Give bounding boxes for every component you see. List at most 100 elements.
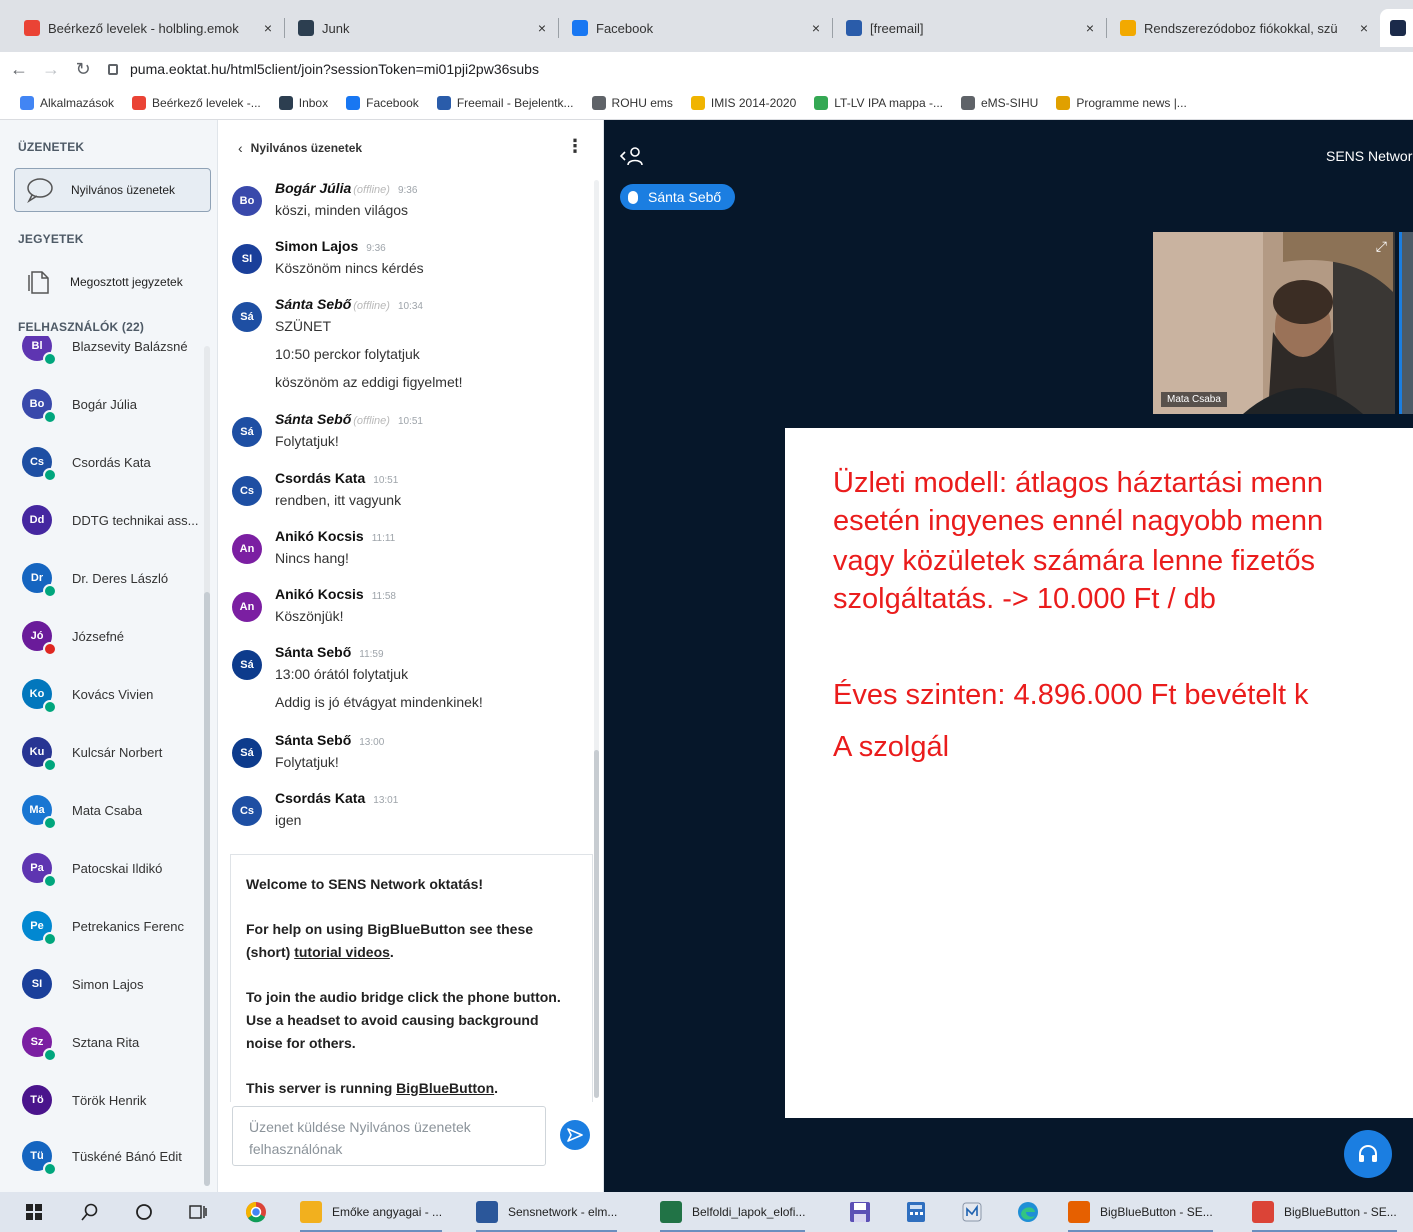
taskbar-app[interactable]: Sensnetwork - elm... [476,1198,618,1232]
bookmark-item[interactable]: Alkalmazások [20,95,114,110]
message-text: igen [275,812,302,828]
webcam-video[interactable]: Mata Csaba ⤢ [1153,232,1395,414]
save-floppy-icon[interactable] [848,1200,872,1224]
url-field[interactable]: puma.eoktat.hu/html5client/join?sessionT… [108,61,539,77]
edge-browser-icon[interactable] [1016,1200,1040,1224]
calculator-icon[interactable] [904,1200,928,1224]
close-tab-icon[interactable]: × [1360,20,1368,36]
user-list-item[interactable]: SI Simon Lajos [22,964,206,1004]
browser-tab[interactable]: Junk × [288,9,556,47]
user-list-item[interactable]: Bo Bogár Júlia [22,384,206,424]
bookmark-item[interactable]: Beérkező levelek -... [132,95,261,110]
gmail-icon [24,20,40,36]
bookmark-label: IMIS 2014-2020 [710,95,797,110]
message-text: Folytatjuk! [275,433,339,449]
browser-tab[interactable]: Rendszerezódoboz fiókokkal, szü × [1110,9,1378,47]
tab-separator [558,18,559,38]
users-list[interactable]: Bl Blazsevity Balázsné Bo Bogár Júlia Cs Csor… [0,336,217,1192]
userlist-scrollbar[interactable] [204,346,210,1186]
user-list-item[interactable]: Jó Józsefné [22,616,206,656]
user-list-item[interactable]: Pa Patocskai Ildikó [22,848,206,888]
bookmark-item[interactable]: ROHU ems [591,95,673,110]
user-list-item[interactable]: Ko Kovács Vivien [22,674,206,714]
user-list-item[interactable]: Dd DDTG technikai ass... [22,500,206,540]
bookmark-item[interactable]: Freemail - Bejelentk... [436,95,574,110]
chat-message-input[interactable]: Üzenet küldése Nyilvános üzenetek felhas… [232,1106,546,1166]
listen-only-icon [43,700,57,714]
send-message-button[interactable] [560,1120,590,1150]
browser-tab[interactable]: [freemail] × [836,9,1104,47]
second-webcam-edge[interactable] [1399,232,1413,414]
user-list-item[interactable]: Ma Mata Csaba [22,790,206,830]
bookmark-item[interactable]: eMS-SIHU [960,95,1038,110]
back-arrow-icon[interactable]: ← [6,56,32,82]
welcome-audio: To join the audio bridge click the phone… [246,989,561,1051]
shared-notes-item[interactable]: Megosztott jegyzetek [14,260,211,304]
taskbar-app[interactable]: BigBlueButton - SE... [1068,1198,1213,1232]
public-chat-item[interactable]: Nyilvános üzenetek [14,168,211,212]
task-view-icon[interactable] [186,1200,210,1224]
user-list-item[interactable]: Sz Sztana Rita [22,1022,206,1062]
chat-message: Cs Csordás Kata 10:51 rendben, itt vagyunk [232,470,582,520]
userlist-scrollbar-thumb[interactable] [204,592,210,1186]
message-header: Bogár Júlia (offline) 9:36 [275,180,417,196]
bookmark-label: Facebook [366,95,419,110]
user-list-item[interactable]: Bl Blazsevity Balázsné [22,336,206,366]
globe-icon [960,95,975,110]
taskbar-app[interactable]: BigBlueButton - SE... [1252,1198,1397,1232]
bookmark-item[interactable]: IMIS 2014-2020 [690,95,797,110]
network-app-icon[interactable] [960,1200,984,1224]
chat-back-button[interactable]: ‹ Nyilvános üzenetek [238,140,362,156]
tab-separator [284,18,285,38]
windows-start-icon[interactable] [22,1200,46,1224]
user-list-item[interactable]: Ku Kulcsár Norbert [22,732,206,772]
bookmark-item[interactable]: LT-LV IPA mappa -... [814,95,943,110]
tutorial-videos-link[interactable]: tutorial videos [294,944,390,960]
facebook-icon [346,95,361,110]
tab-title: [freemail] [870,20,924,36]
audio-headphones-button[interactable] [1344,1130,1392,1178]
bookmark-item[interactable]: Programme news |... [1056,95,1187,110]
user-list-item[interactable]: Pe Petrekanics Ferenc [22,906,206,946]
taskbar-app[interactable]: Emőke angyagai - ... [300,1198,443,1232]
reload-icon[interactable]: ↻ [70,56,96,82]
cortana-icon[interactable] [132,1200,156,1224]
active-browser-tab[interactable] [1380,9,1413,47]
bookmark-item[interactable]: Facebook [346,95,419,110]
bigbluebutton-link[interactable]: BigBlueButton [396,1080,494,1096]
webcam-frame [1153,232,1395,414]
user-list-item[interactable]: Cs Csordás Kata [22,442,206,482]
chrome-taskbar-icon[interactable] [244,1200,268,1224]
close-tab-icon[interactable]: × [538,20,546,36]
lock-icon [108,63,118,75]
slide-text-line: Éves szinten: 4.896.000 Ft bevételt k [833,679,1309,711]
windows-taskbar: Emőke angyagai - ... Sensnetwork - elm...… [0,1192,1413,1232]
users-toggle-icon[interactable] [619,146,644,171]
message-avatar: Sá [232,650,262,680]
fullscreen-icon[interactable]: ⤢ [1376,238,1387,255]
user-list-item[interactable]: Tö Török Henrik [22,1080,206,1120]
taskbar-app-label: Belfoldi_lapok_elofi... [692,1205,806,1219]
forward-arrow-icon[interactable]: → [38,56,64,82]
taskbar-app[interactable]: Belfoldi_lapok_elofi... [660,1198,806,1232]
close-tab-icon[interactable]: × [264,20,272,36]
message-author: Csordás Kata [275,790,366,806]
mail-icon [278,95,293,110]
bookmark-item[interactable]: Inbox [278,95,328,110]
chat-options-menu-icon[interactable]: ⋮ [566,136,584,157]
user-avatar: Tü [22,1141,57,1176]
search-icon[interactable] [78,1200,102,1224]
excel-icon [660,1201,682,1223]
bookmark-label: Freemail - Bejelentk... [456,95,574,110]
close-tab-icon[interactable]: × [812,20,820,36]
browser-tab[interactable]: Facebook × [562,9,830,47]
chat-scrollbar[interactable] [594,180,599,1098]
user-list-item[interactable]: Dr Dr. Deres László [22,558,206,598]
browser-tab[interactable]: Beérkező levelek - holbling.emok × [14,9,282,47]
close-tab-icon[interactable]: × [1086,20,1094,36]
user-list-item[interactable]: Tü Tüskéné Bánó Edit [22,1136,206,1176]
listen-only-icon [43,816,57,830]
chat-scrollbar-thumb[interactable] [594,750,599,1098]
microphone-icon [628,190,638,204]
talking-indicator[interactable]: Sánta Sebő [620,184,736,210]
